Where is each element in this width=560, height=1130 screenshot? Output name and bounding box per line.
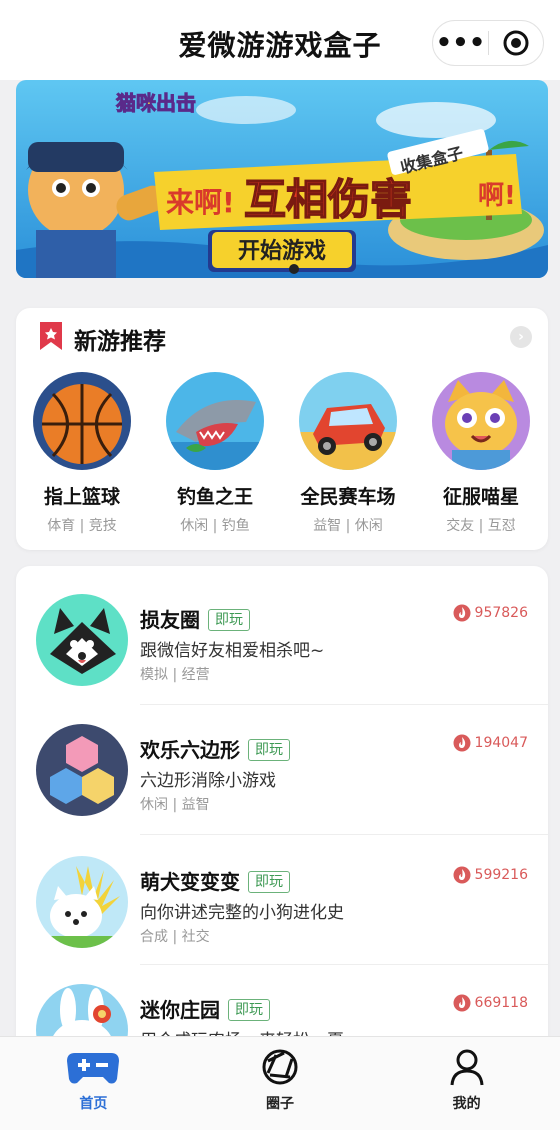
banner-slogan-left: 来啊! <box>166 186 235 219</box>
heat-count: 194047 <box>453 734 528 752</box>
heat-count: 599216 <box>453 866 528 884</box>
heat-count: 957826 <box>453 604 528 622</box>
game-name: 迷你庄园 <box>140 998 220 1022</box>
tab-label: 首页 <box>79 1096 108 1112</box>
heat-value: 669118 <box>474 995 528 1011</box>
target-circle-icon[interactable] <box>489 29 543 57</box>
tab-circle[interactable]: 圈子 <box>187 1037 374 1130</box>
basketball-icon <box>33 372 131 470</box>
play-now-badge[interactable]: 即玩 <box>208 609 250 631</box>
flame-icon <box>453 866 471 884</box>
game-tags: 合成 | 社交 <box>140 929 210 945</box>
user-icon <box>450 1049 484 1086</box>
new-game-item[interactable]: 征服喵星 交友 | 互怼 <box>415 372 547 535</box>
list-item[interactable]: 欢乐六边形 即玩 六边形消除小游戏 休闲 | 益智 194047 <box>16 706 548 834</box>
puppy-icon <box>36 856 128 948</box>
game-name: 萌犬变变变 <box>140 870 240 894</box>
list-item[interactable]: 萌犬变变变 即玩 向你讲述完整的小狗进化史 合成 | 社交 599216 <box>16 838 548 966</box>
game-title: 欢乐六边形 即玩 <box>140 734 290 763</box>
tab-profile[interactable]: 我的 <box>373 1037 560 1130</box>
tab-bar: 首页 圈子 我的 <box>0 1036 560 1130</box>
game-description: 六边形消除小游戏 <box>140 771 276 791</box>
game-list-card: 损友圈 即玩 跟微信好友相爱相杀吧~ 模拟 | 经营 957826 欢乐六边形 即玩… <box>16 566 548 1066</box>
list-item[interactable]: 损友圈 即玩 跟微信好友相爱相杀吧~ 模拟 | 经营 957826 <box>16 576 548 704</box>
more-dots-icon[interactable]: ••• <box>433 30 488 56</box>
promo-banner[interactable]: 来啊! 互相伤害 啊! 收集盒子 猫咪出击 开始游戏 <box>16 80 548 278</box>
game-description: 向你讲述完整的小狗进化史 <box>140 903 344 923</box>
flame-icon <box>453 994 471 1012</box>
circle-aperture-icon <box>262 1049 298 1085</box>
chevron-right-icon[interactable]: › <box>510 326 532 348</box>
banner-start-button[interactable]: 开始游戏 <box>238 238 326 264</box>
play-now-badge[interactable]: 即玩 <box>248 871 290 893</box>
bookmark-icon <box>40 322 62 350</box>
new-game-tags: 体育 | 竞技 <box>47 518 117 534</box>
shark-icon <box>166 372 264 470</box>
banner-slogan-right: 啊! <box>478 181 516 211</box>
gamepad-icon <box>67 1053 120 1084</box>
new-game-item[interactable]: 指上篮球 体育 | 竞技 <box>16 372 148 535</box>
game-description: 跟微信好友相爱相杀吧~ <box>140 641 325 661</box>
heat-count: 669118 <box>453 994 528 1012</box>
play-now-badge[interactable]: 即玩 <box>228 999 270 1021</box>
flame-icon <box>453 734 471 752</box>
new-games-card: 新游推荐 › 指上篮球 体育 | 竞技 钓鱼之王 休闲 | 钓鱼 全民赛车场 益… <box>16 308 548 550</box>
new-game-name: 征服喵星 <box>442 486 519 508</box>
play-now-badge[interactable]: 即玩 <box>248 739 290 761</box>
list-divider <box>140 834 548 835</box>
cat-icon <box>432 372 530 470</box>
new-game-name: 全民赛车场 <box>300 486 396 508</box>
list-divider <box>140 704 548 705</box>
new-game-item[interactable]: 全民赛车场 益智 | 休闲 <box>282 372 414 535</box>
heat-value: 599216 <box>474 867 528 883</box>
husky-dog-icon <box>36 594 128 686</box>
tab-label: 圈子 <box>266 1096 294 1112</box>
banner-indicator-dot[interactable] <box>289 264 299 274</box>
game-tags: 模拟 | 经营 <box>140 667 210 683</box>
tab-home[interactable]: 首页 <box>0 1037 187 1130</box>
flame-icon <box>453 604 471 622</box>
race-car-icon <box>299 372 397 470</box>
mini-program-capsule: ••• <box>432 20 544 66</box>
section-title: 新游推荐 <box>74 329 166 355</box>
game-title: 萌犬变变变 即玩 <box>140 866 290 895</box>
hexagon-icon <box>36 724 128 816</box>
game-name: 欢乐六边形 <box>140 738 240 762</box>
game-title: 迷你庄园 即玩 <box>140 994 270 1023</box>
tab-label: 我的 <box>452 1096 481 1112</box>
nav-bar: 爱微游游戏盒子 ••• <box>0 0 560 80</box>
new-game-name: 指上篮球 <box>43 486 120 508</box>
new-game-name: 钓鱼之王 <box>176 486 253 508</box>
heat-value: 957826 <box>474 605 528 621</box>
banner-slogan-main: 互相伤害 <box>244 175 412 224</box>
heat-value: 194047 <box>474 735 528 751</box>
new-game-item[interactable]: 钓鱼之王 休闲 | 钓鱼 <box>149 372 281 535</box>
game-title: 损友圈 即玩 <box>140 604 250 633</box>
new-game-tags: 休闲 | 钓鱼 <box>180 518 250 534</box>
game-tags: 休闲 | 益智 <box>140 797 210 813</box>
banner-game-logo: 猫咪出击 <box>116 91 196 115</box>
game-name: 损友圈 <box>140 608 200 632</box>
list-divider <box>140 964 548 965</box>
new-game-tags: 交友 | 互怼 <box>446 518 516 534</box>
new-game-tags: 益智 | 休闲 <box>313 518 383 534</box>
